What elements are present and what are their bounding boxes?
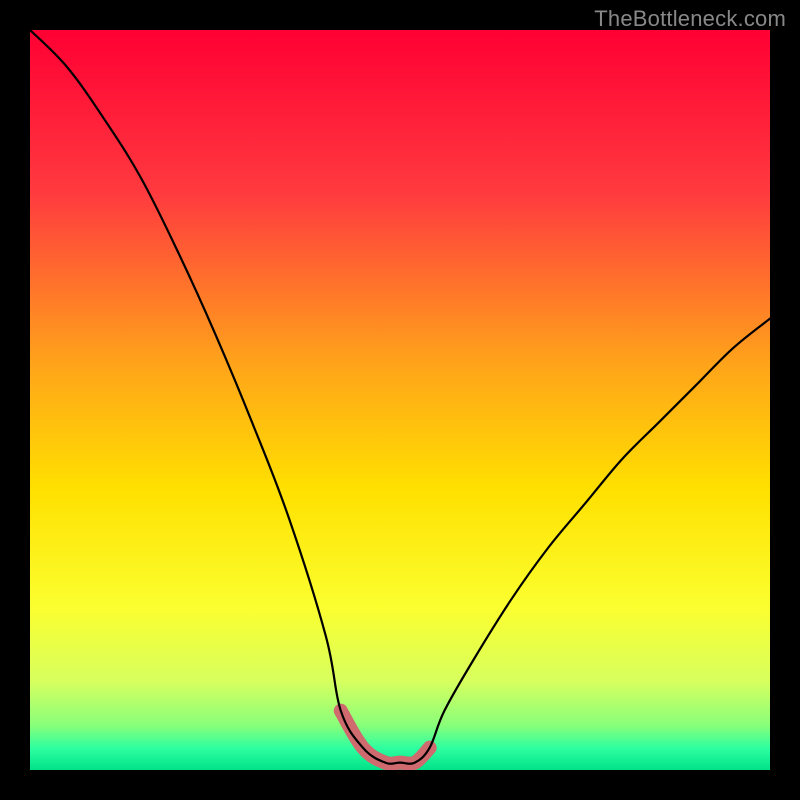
- chart-plot-area: [30, 30, 770, 770]
- watermark-text: TheBottleneck.com: [594, 6, 786, 32]
- gradient-background: [30, 30, 770, 770]
- chart-frame: TheBottleneck.com: [0, 0, 800, 800]
- bottleneck-chart: [30, 30, 770, 770]
